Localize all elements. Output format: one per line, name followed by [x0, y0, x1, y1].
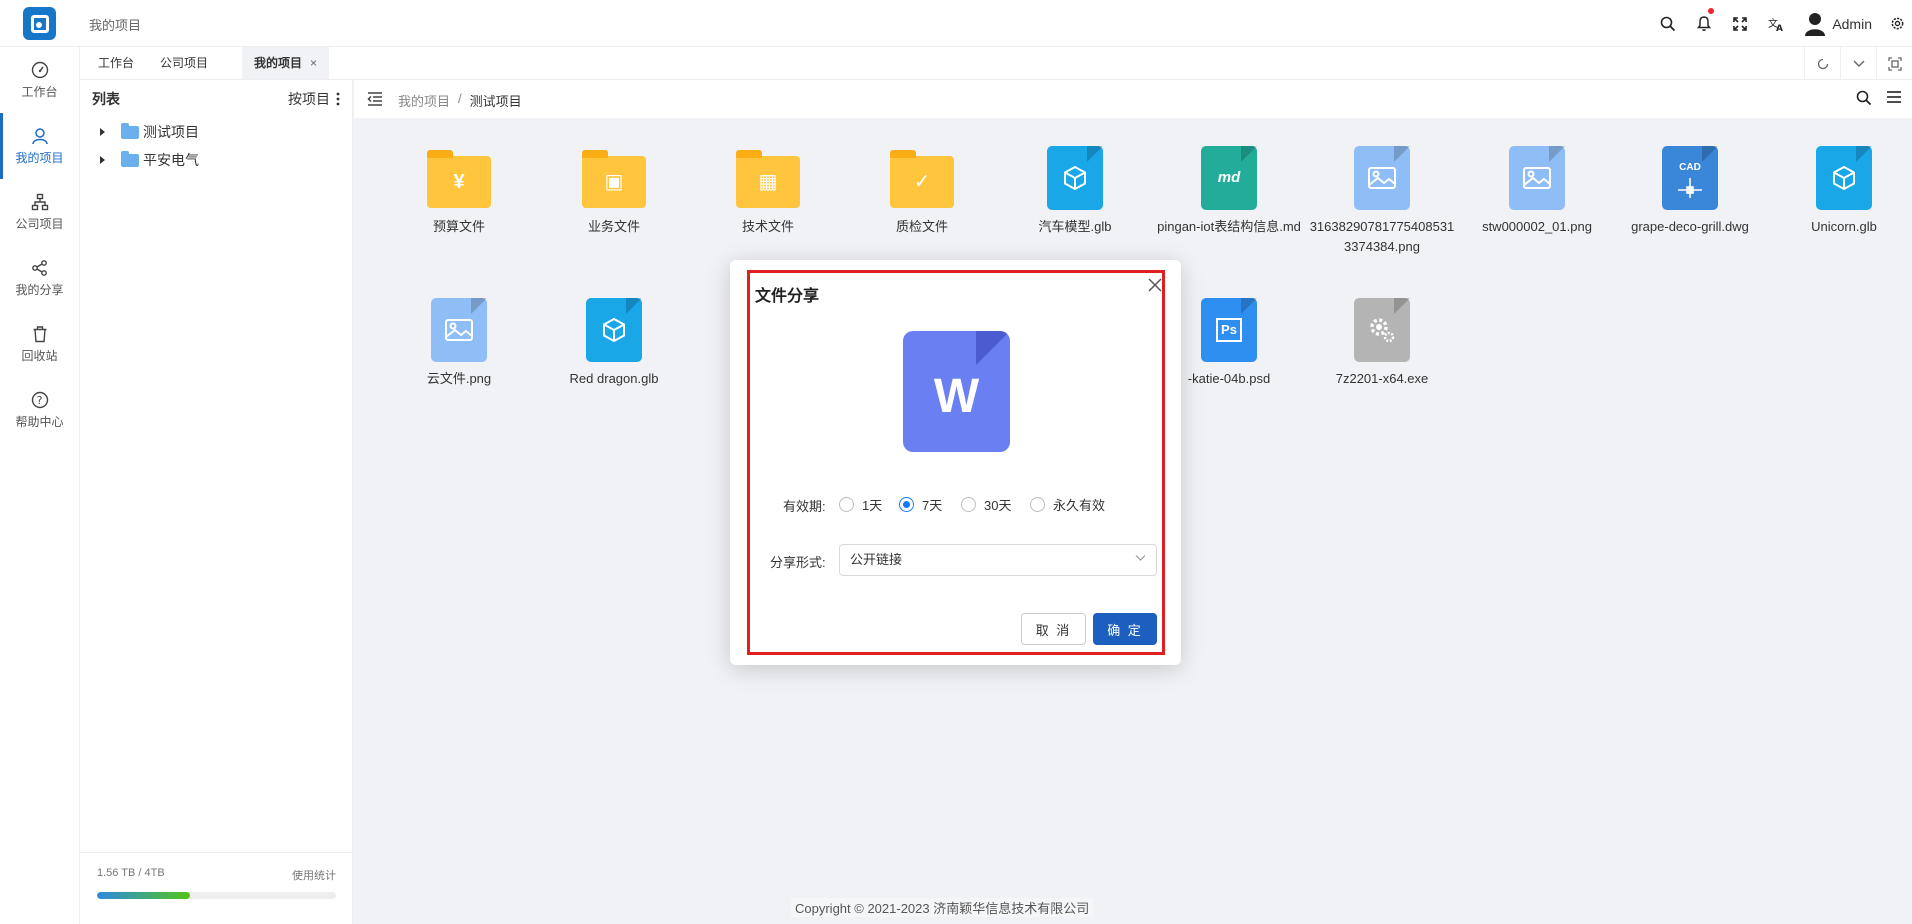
file-letter: W	[933, 370, 980, 423]
confirm-button[interactable]: 确 定	[1093, 613, 1157, 645]
expiry-radio-permanent[interactable]: 永久有效	[1030, 495, 1105, 514]
highlight-frame	[747, 270, 1165, 655]
expiry-radio-30days[interactable]: 30天	[961, 495, 1011, 514]
chevron-down-icon	[1135, 555, 1146, 561]
expiry-label: 有效期:	[783, 499, 826, 514]
expiry-radio-1day[interactable]: 1天	[839, 495, 882, 514]
share-form-select[interactable]: 公开链接	[839, 544, 1157, 576]
folder-symbol: ▣	[604, 171, 624, 193]
folder-symbol: ✓	[913, 171, 931, 193]
radio-label: 7天	[922, 498, 943, 513]
close-icon[interactable]	[1148, 278, 1168, 298]
share-form-label: 分享形式:	[770, 555, 826, 570]
select-value: 公开链接	[850, 552, 903, 567]
word-document-icon: W	[903, 331, 1010, 452]
radio-label: 永久有效	[1053, 498, 1106, 513]
dialog-title: 文件分享	[755, 288, 820, 305]
cancel-button[interactable]: 取 消	[1021, 613, 1086, 645]
expiry-radio-7days[interactable]: 7天	[899, 495, 942, 514]
radio-label: 1天	[862, 498, 883, 513]
folder-symbol: ¥	[453, 171, 465, 193]
file-share-dialog: 文件分享 W 有效期: 1天 7天 30天 永久有效 分享形式: 公开链接 取 …	[730, 260, 1181, 665]
radio-label: 30天	[984, 498, 1012, 513]
folder-symbol: ▦	[758, 171, 778, 193]
